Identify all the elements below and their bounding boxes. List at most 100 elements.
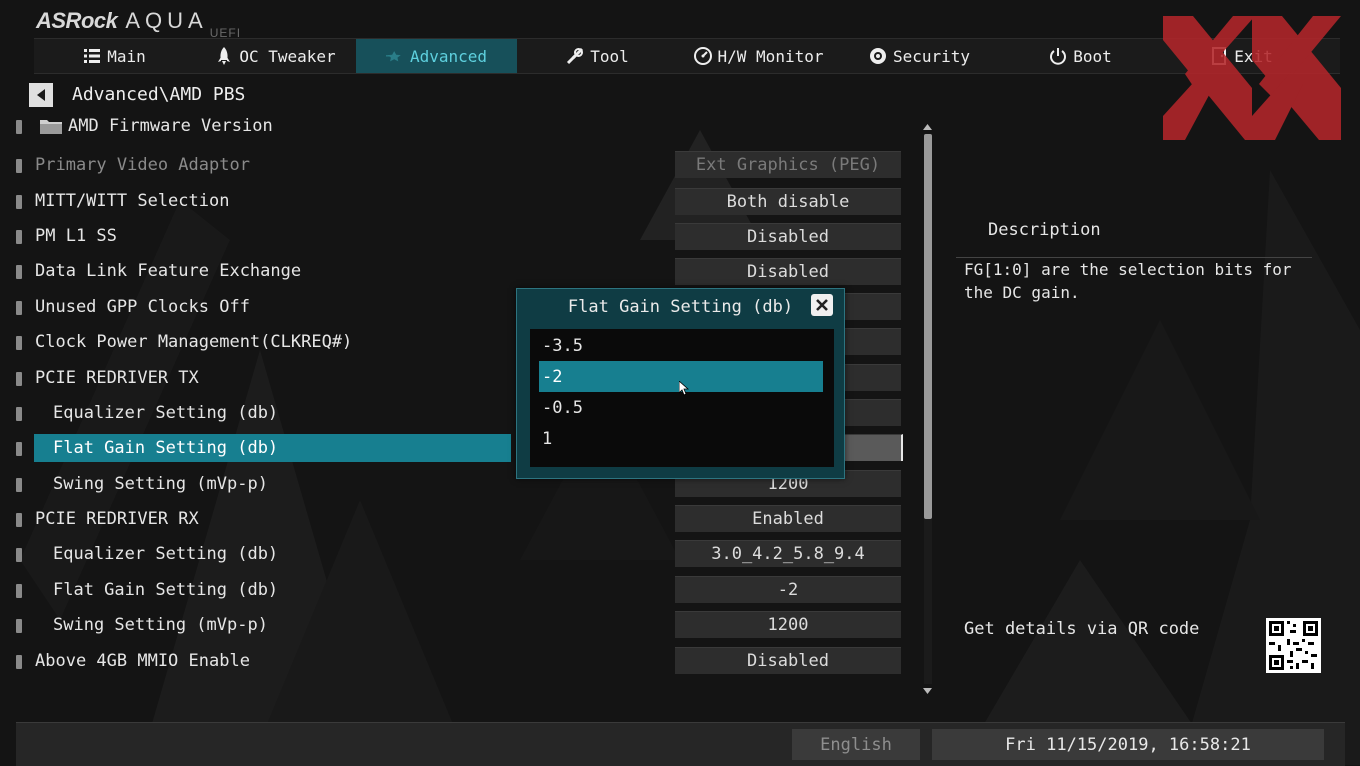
value-pcie-redriver-rx[interactable]: Enabled — [675, 505, 901, 532]
tab-main[interactable]: Main — [34, 39, 195, 73]
monitor-icon — [693, 47, 712, 65]
datetime-display: Fri 11/15/2019, 16:58:21 — [932, 729, 1324, 760]
setting-row-rx-flat-gain-setting[interactable]: Flat Gain Setting (db) — [0, 576, 520, 604]
setting-label: Swing Setting (mVp-p) — [53, 615, 268, 635]
setting-label: PM L1 SS — [35, 226, 117, 246]
setting-label: Equalizer Setting (db) — [53, 403, 279, 423]
setting-label: Flat Gain Setting (db) — [53, 438, 279, 458]
setting-row-mitt-witt-selection[interactable]: MITT/WITT Selection — [0, 187, 520, 215]
setting-label: Swing Setting (mVp-p) — [53, 474, 268, 494]
tab-advanced[interactable]: Advanced — [356, 39, 517, 73]
row-bullet — [16, 230, 22, 244]
tools-icon — [566, 47, 584, 65]
row-bullet — [16, 159, 22, 173]
tab-security-label: Security — [892, 46, 971, 66]
tab-boot[interactable]: Boot — [1000, 39, 1161, 73]
star-icon — [385, 47, 404, 65]
row-bullet — [16, 301, 22, 315]
description-title: Description — [988, 220, 1101, 240]
setting-row-data-link-feature-exchange[interactable]: Data Link Feature Exchange — [0, 257, 520, 285]
mouse-cursor-icon — [679, 381, 689, 396]
back-button[interactable] — [29, 82, 53, 107]
setting-label: MITT/WITT Selection — [35, 191, 230, 211]
value-mitt-witt-selection[interactable]: Both disable — [675, 188, 901, 215]
dialog-title: Flat Gain Setting (db) — [567, 297, 794, 317]
tab-boot-label: Boot — [1073, 46, 1112, 66]
value-data-link-feature-exchange[interactable]: Disabled — [675, 258, 901, 285]
value-rx-flat-gain-setting[interactable]: -2 — [675, 576, 901, 603]
qr-code[interactable] — [1266, 618, 1321, 673]
setting-row-rx-equalizer-setting[interactable]: Equalizer Setting (db) — [0, 540, 520, 568]
value-pm-l1-ss[interactable]: Disabled — [675, 223, 901, 250]
language-button[interactable]: English — [792, 729, 920, 760]
breadcrumb: Advanced\AMD PBS — [29, 82, 245, 107]
logo-product: AQUA — [125, 8, 208, 33]
setting-row-tx-equalizer-setting[interactable]: Equalizer Setting (db) — [0, 399, 520, 427]
row-bullet — [16, 478, 22, 492]
scroll-down-icon[interactable] — [921, 686, 934, 696]
setting-row-pcie-redriver-tx[interactable]: PCIE REDRIVER TX — [0, 364, 520, 392]
scroll-up-icon[interactable] — [921, 122, 934, 132]
setting-row-tx-swing-setting[interactable]: Swing Setting (mVp-p) — [0, 470, 520, 498]
value-primary-video-adaptor[interactable]: Ext Graphics (PEG) — [675, 151, 901, 178]
tab-hw-monitor-label: H/W Monitor — [717, 46, 824, 66]
setting-row-pm-l1-ss[interactable]: PM L1 SS — [0, 222, 520, 250]
setting-label: PCIE REDRIVER TX — [35, 368, 199, 388]
main-nav: Main OC Tweaker Advanced Tool H/W Monito… — [34, 38, 1340, 74]
row-bullet — [16, 442, 22, 456]
row-bullet — [16, 513, 22, 527]
setting-row-pcie-redriver-rx[interactable]: PCIE REDRIVER RX — [0, 505, 520, 533]
option-item[interactable]: 1 — [539, 423, 823, 454]
tab-oc-tweaker-label: OC Tweaker — [239, 46, 336, 66]
setting-row-amd-firmware-version[interactable]: AMD Firmware Version — [0, 112, 520, 140]
setting-row-rx-swing-setting[interactable]: Swing Setting (mVp-p) — [0, 611, 520, 639]
setting-row-primary-video-adaptor[interactable]: Primary Video Adaptor — [0, 151, 520, 179]
setting-row-clock-power-management[interactable]: Clock Power Management(CLKREQ#) — [0, 328, 520, 356]
setting-label: Primary Video Adaptor — [35, 155, 250, 175]
settings-scrollbar[interactable] — [921, 122, 934, 696]
close-button[interactable] — [811, 294, 833, 316]
row-bullet — [16, 120, 22, 134]
logo-brand: ASRock — [36, 8, 118, 33]
setting-row-tx-flat-gain-setting[interactable]: Flat Gain Setting (db) — [0, 434, 520, 462]
breadcrumb-path: Advanced\AMD PBS — [72, 84, 246, 105]
setting-label: PCIE REDRIVER RX — [35, 509, 199, 529]
row-bullet — [16, 548, 22, 562]
row-bullet — [16, 336, 22, 350]
setting-label: AMD Firmware Version — [68, 116, 273, 136]
tab-hw-monitor[interactable]: H/W Monitor — [678, 39, 839, 73]
value-above-4gb-mmio[interactable]: Disabled — [675, 647, 901, 674]
shield-icon — [869, 47, 887, 65]
row-bullet — [16, 619, 22, 633]
tab-security[interactable]: Security — [839, 39, 1000, 73]
option-item[interactable]: -3.5 — [539, 330, 823, 361]
setting-label: Unused GPP Clocks Off — [35, 297, 250, 317]
setting-label: Clock Power Management(CLKREQ#) — [35, 332, 353, 352]
tab-tool[interactable]: Tool — [517, 39, 678, 73]
setting-label: Above 4GB MMIO Enable — [35, 651, 250, 671]
row-bullet — [16, 655, 22, 669]
setting-label: Equalizer Setting (db) — [53, 544, 279, 564]
value-rx-equalizer-setting[interactable]: 3.0_4.2_5.8_9.4 — [675, 540, 901, 567]
watermark-logo — [1163, 16, 1341, 140]
rocket-icon — [215, 47, 233, 65]
row-bullet — [16, 265, 22, 279]
qr-code-label: Get details via QR code — [964, 619, 1200, 639]
folder-icon — [40, 120, 62, 134]
scroll-thumb[interactable] — [924, 134, 932, 519]
back-arrow-icon — [37, 88, 45, 101]
setting-row-unused-gpp-clocks-off[interactable]: Unused GPP Clocks Off — [0, 293, 520, 321]
setting-row-above-4gb-mmio[interactable]: Above 4GB MMIO Enable — [0, 647, 520, 675]
row-bullet — [16, 407, 22, 421]
power-icon — [1049, 47, 1067, 65]
tab-advanced-label: Advanced — [409, 46, 488, 66]
row-bullet — [16, 584, 22, 598]
value-rx-swing-setting[interactable]: 1200 — [675, 611, 901, 638]
description-text: FG[1:0] are the selection bits for the D… — [964, 260, 1292, 302]
row-bullet — [16, 372, 22, 386]
tab-main-label: Main — [107, 46, 146, 66]
tab-oc-tweaker[interactable]: OC Tweaker — [195, 39, 356, 73]
option-item[interactable]: -0.5 — [539, 392, 823, 423]
tab-tool-label: Tool — [590, 46, 629, 66]
setting-label: Flat Gain Setting (db) — [53, 580, 279, 600]
